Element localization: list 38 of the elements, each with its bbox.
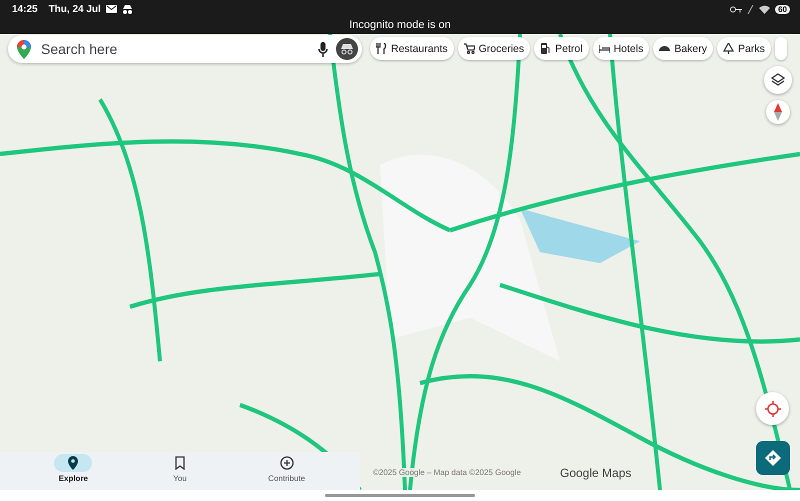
nav-tab[interactable]: Contribute <box>246 452 327 490</box>
category-chip[interactable]: Groceries <box>458 37 530 60</box>
cart-icon <box>464 43 475 54</box>
incognito-avatar-icon[interactable] <box>336 38 358 60</box>
search-field[interactable]: Search here <box>8 35 362 63</box>
wifi-icon <box>759 4 770 14</box>
microphone-icon[interactable] <box>318 42 328 56</box>
directions-button[interactable] <box>756 441 790 475</box>
bed-icon <box>598 43 610 54</box>
crosshair-icon <box>764 400 780 416</box>
key-icon <box>730 6 742 12</box>
search-input[interactable]: Search here <box>39 40 296 58</box>
cutlery-icon <box>376 43 387 54</box>
map-logo: Google Maps <box>560 466 632 480</box>
battery-indicator: 60 <box>775 4 790 14</box>
directions-icon <box>765 450 781 466</box>
status-time: 14:25 <box>12 4 38 14</box>
map-attribution: ©2025 Google – Map data ©2025 Google <box>371 468 523 477</box>
tree-icon <box>723 43 734 54</box>
add-circle-icon <box>280 456 294 470</box>
category-chip[interactable]: Parks <box>717 37 771 60</box>
map-pin-icon <box>17 40 31 58</box>
category-chip[interactable]: Hotels <box>592 37 650 60</box>
nav-tab[interactable]: You <box>140 452 220 490</box>
incognito-mode-label: Incognito mode is on <box>348 19 452 31</box>
category-chip[interactable]: Restaurants <box>370 37 454 60</box>
compass-icon <box>774 103 782 121</box>
nav-tab[interactable]: Explore <box>33 452 114 490</box>
status-date: Thu, 24 Jul <box>48 4 101 14</box>
slash-icon <box>747 4 754 14</box>
layers-icon <box>771 73 785 87</box>
bookmark-icon <box>172 456 187 470</box>
fuel-pump-icon <box>540 43 552 54</box>
category-chip[interactable]: Bakery <box>653 37 714 60</box>
category-chip[interactable]: Petrol <box>534 37 589 60</box>
mail-icon <box>106 5 117 13</box>
map-pin-icon <box>66 456 80 470</box>
incognito-icon <box>122 4 133 14</box>
